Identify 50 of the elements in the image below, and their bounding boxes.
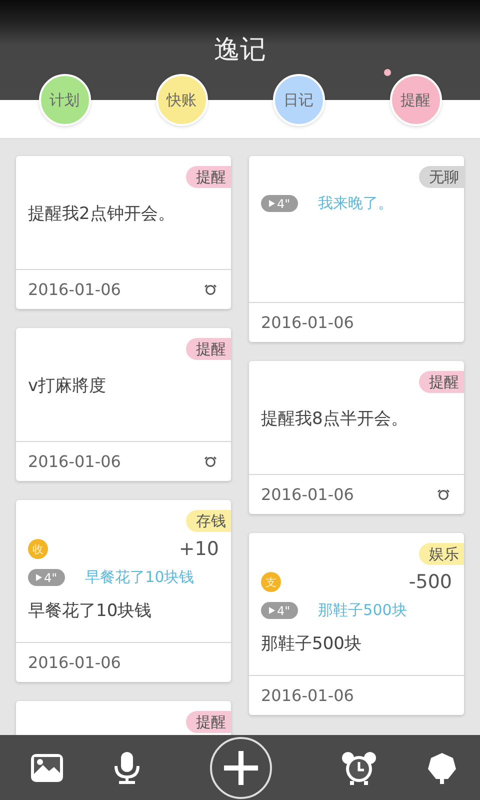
note-date: 2016-01-06 bbox=[28, 452, 121, 471]
alarm-clock-icon[interactable] bbox=[341, 750, 377, 786]
category-tag: 娱乐 bbox=[419, 543, 464, 565]
note-text: v打麻將度 bbox=[28, 375, 108, 397]
amount-text: -500 bbox=[408, 571, 452, 593]
plus-icon bbox=[224, 750, 258, 784]
note-date: 2016-01-06 bbox=[28, 653, 121, 672]
voice-transcript: 那鞋子500块 bbox=[318, 601, 407, 620]
note-date: 2016-01-06 bbox=[261, 485, 354, 504]
play-icon bbox=[269, 607, 275, 614]
note-card[interactable]: 无聊 4" 我来晚了。 2016-01-06 bbox=[249, 156, 464, 342]
note-text: 那鞋子500块 bbox=[261, 633, 362, 655]
flow-badge: 收 bbox=[28, 539, 48, 559]
voice-clip-button[interactable]: 4" bbox=[261, 602, 298, 619]
note-card[interactable]: 提醒 v打麻將度 2016-01-06 bbox=[16, 328, 231, 481]
note-date: 2016-01-06 bbox=[261, 686, 354, 705]
category-tag: 提醒 bbox=[186, 711, 231, 733]
voice-clip-button[interactable]: 4" bbox=[261, 195, 298, 212]
amount-text: +10 bbox=[178, 538, 219, 560]
play-icon bbox=[269, 200, 275, 207]
note-card[interactable]: 提醒 bbox=[16, 701, 231, 735]
category-tag: 提醒 bbox=[419, 371, 464, 393]
category-tag: 提醒 bbox=[186, 166, 231, 188]
note-card[interactable]: 娱乐 支 -500 4" 那鞋子500块 那鞋子500块 2016-01-06 bbox=[249, 533, 464, 715]
voice-transcript: 我来晚了。 bbox=[318, 194, 394, 213]
category-button[interactable]: 提醒 bbox=[390, 74, 442, 126]
note-date: 2016-01-06 bbox=[261, 313, 354, 332]
alarm-clock-icon bbox=[437, 489, 450, 500]
category-tag: 提醒 bbox=[186, 338, 231, 360]
alarm-clock-icon bbox=[204, 456, 217, 467]
flow-badge: 支 bbox=[261, 572, 281, 592]
note-date: 2016-01-06 bbox=[28, 280, 121, 299]
microphone-icon[interactable] bbox=[113, 750, 141, 784]
note-card[interactable]: 提醒 提醒我2点钟开会。 2016-01-06 bbox=[16, 156, 231, 309]
note-text: 早餐花了10块钱 bbox=[28, 600, 153, 622]
note-text: 提醒我8点半开会。 bbox=[261, 408, 409, 430]
alarm-clock-icon bbox=[204, 284, 217, 295]
category-button[interactable]: 快账 bbox=[156, 74, 208, 126]
voice-clip-button[interactable]: 4" bbox=[28, 569, 66, 586]
app-title: 逸记 bbox=[214, 34, 266, 67]
category-button[interactable]: 日记 bbox=[272, 74, 324, 126]
picture-icon[interactable] bbox=[30, 752, 64, 782]
category-tag: 存钱 bbox=[186, 510, 231, 532]
note-text: 提醒我2点钟开会。 bbox=[28, 203, 176, 225]
note-card[interactable]: 存钱 收 +10 4" 早餐花了10块钱 早餐花了10块钱 2016-01-06 bbox=[16, 500, 231, 682]
play-icon bbox=[36, 574, 42, 581]
category-button[interactable]: 计划 bbox=[38, 74, 90, 126]
category-tag: 无聊 bbox=[419, 166, 464, 188]
voice-transcript: 早餐花了10块钱 bbox=[85, 568, 194, 587]
note-card[interactable]: 提醒 提醒我8点半开会。 2016-01-06 bbox=[249, 361, 464, 514]
